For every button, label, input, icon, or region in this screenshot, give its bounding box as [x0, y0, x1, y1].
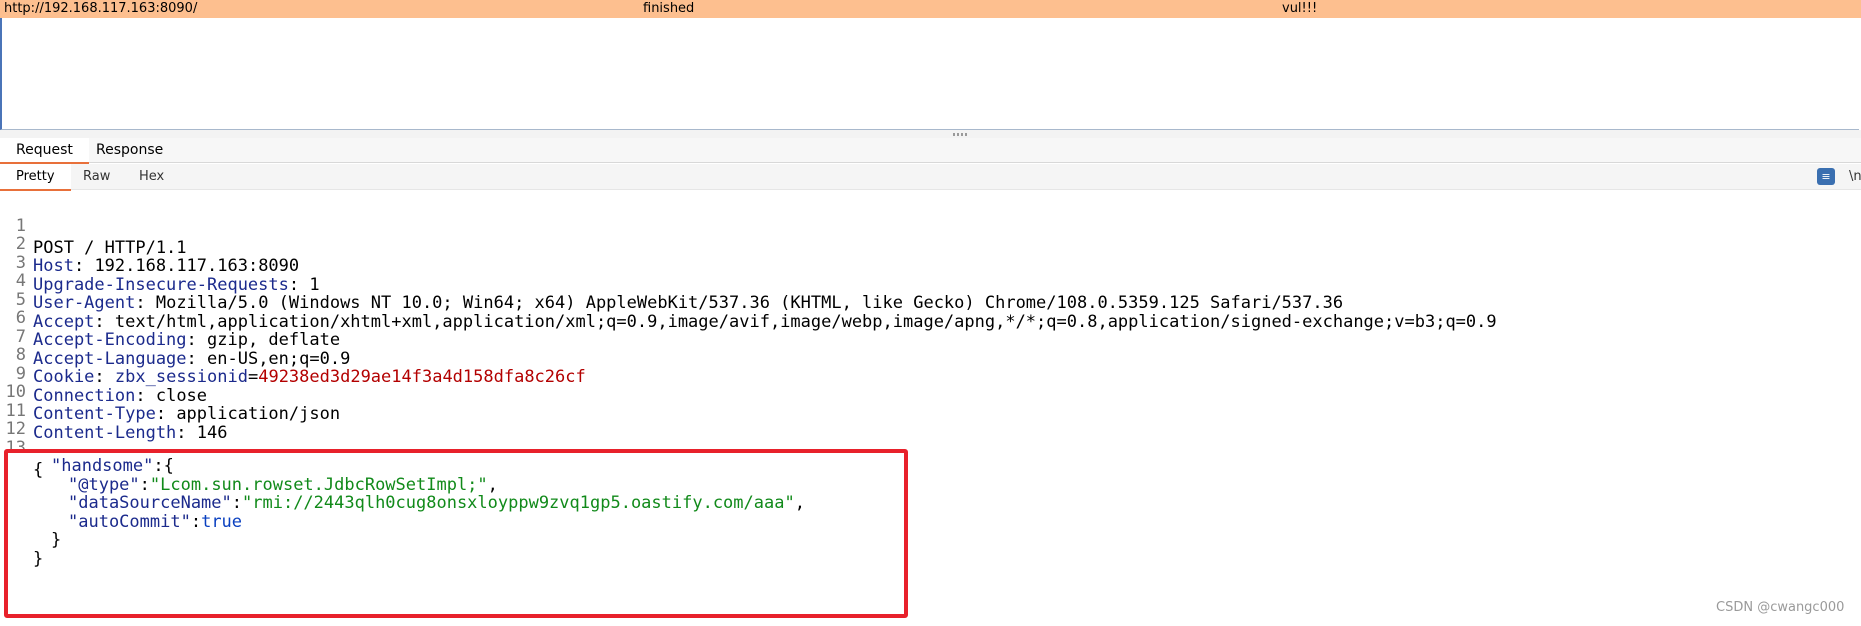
tab-raw[interactable]: Raw [67, 164, 126, 189]
tab-response[interactable]: Response [80, 138, 179, 162]
watermark: CSDN @cwangc000 [1716, 600, 1845, 615]
header-value: gzip, deflate [207, 330, 341, 350]
results-table-area[interactable] [0, 18, 1859, 130]
result-row-selected[interactable]: http://192.168.117.163:8090/ finished vu… [0, 0, 1861, 18]
wrap-lines-icon[interactable]: ≡ [1817, 168, 1835, 185]
show-newlines-button[interactable]: \n [1849, 168, 1861, 185]
header-value: application/json [176, 404, 341, 424]
tab-pretty[interactable]: Pretty [0, 164, 71, 191]
cookie-value: 49238ed3d29ae14f3a4d158dfa8c26cf [258, 367, 586, 387]
header-name: User-Agent [33, 293, 136, 313]
pane-splitter[interactable] [0, 130, 1861, 138]
header-value: Mozilla/5.0 (Windows NT 10.0; Win64; x64… [155, 293, 1344, 313]
header-name: Accept-Encoding [33, 330, 187, 350]
result-status: finished [643, 1, 695, 16]
view-tabs: Pretty Raw Hex [0, 164, 1861, 191]
header-value: 146 [196, 423, 228, 443]
cookie-name: zbx_sessionid [114, 367, 248, 387]
result-url: http://192.168.117.163:8090/ [4, 1, 198, 16]
header-name: Cookie [33, 367, 95, 387]
tab-hex[interactable]: Hex [123, 164, 180, 189]
header-name: Content-Length [33, 423, 177, 443]
tab-request[interactable]: Request [0, 138, 89, 164]
message-tabs: Request Response [0, 138, 1861, 164]
header-value: 192.168.117.163:8090 [94, 256, 300, 276]
result-verdict: vul!!! [1282, 1, 1318, 16]
payload-highlight-box [4, 449, 908, 618]
splitter-grip-icon[interactable] [953, 133, 967, 136]
header-name: Content-Type [33, 404, 156, 424]
